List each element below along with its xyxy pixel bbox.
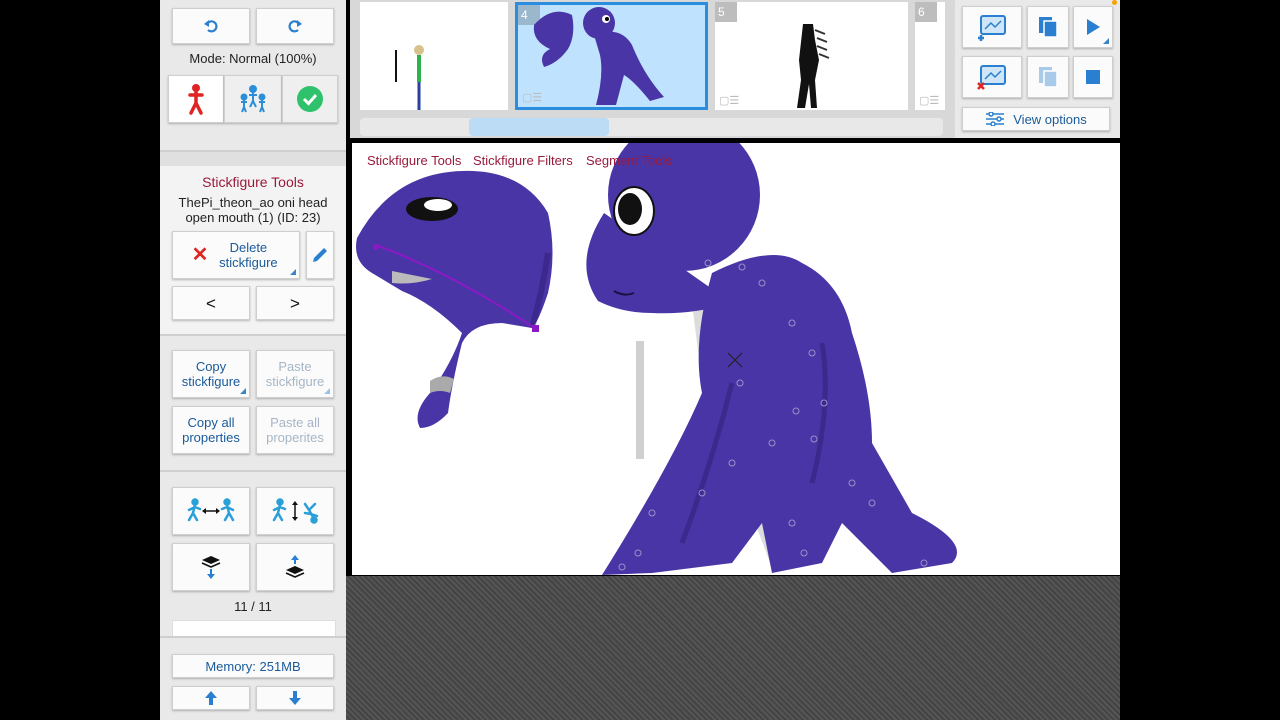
edit-button[interactable]	[306, 231, 334, 279]
previous-figure-button[interactable]: <	[172, 286, 250, 320]
frame-number: 6	[915, 2, 937, 22]
notification-dot	[1112, 0, 1117, 5]
copy-stickfigure-button[interactable]: Copy stickfigure	[172, 350, 250, 398]
panel-scroll-edge	[172, 620, 336, 637]
confirm-button[interactable]	[282, 75, 338, 123]
frame-timeline: 4 ▢☰ 5 ▢☰ 6 ▢☰	[350, 0, 955, 138]
group-mode-button[interactable]	[224, 75, 282, 123]
play-button[interactable]	[1073, 6, 1113, 48]
copy-all-properties-button[interactable]: Copy all properties	[172, 406, 250, 454]
flip-vertical-button[interactable]	[256, 487, 334, 535]
menu-segment-tools[interactable]: Segment Tools	[586, 153, 672, 168]
paste-all-label: Paste all properites	[266, 415, 324, 445]
menu-stickfigure-tools[interactable]: Stickfigure Tools	[367, 153, 461, 168]
frame-number: 5	[715, 2, 737, 22]
frame-options-icon: ▢☰	[919, 95, 940, 107]
layer-up-icon	[285, 555, 305, 578]
stop-button[interactable]	[1073, 56, 1113, 98]
undo-button[interactable]	[172, 8, 250, 44]
frame-thumbnail[interactable]: 6 ▢☰	[915, 2, 945, 110]
undo-icon	[204, 20, 218, 33]
redo-icon	[288, 20, 302, 33]
flip-horizontal-button[interactable]	[172, 487, 250, 535]
single-figure-mode-button[interactable]	[168, 75, 224, 123]
section-title: Stickfigure Tools	[202, 174, 304, 190]
frame-options-icon: ▢☰	[522, 92, 543, 104]
stickfigure-scene	[356, 143, 957, 575]
delete-x-icon: ✕	[191, 243, 209, 266]
copy-label: Copy stickfigure	[181, 359, 241, 389]
layer-counter: 11 / 11	[234, 599, 272, 614]
menu-stickfigure-filters[interactable]: Stickfigure Filters	[473, 153, 573, 168]
flip-vertical-icon	[272, 498, 319, 524]
delete-label: Delete stickfigure	[219, 240, 278, 270]
arrow-down-icon	[289, 691, 301, 705]
redo-button[interactable]	[256, 8, 334, 44]
copy-frame-button[interactable]	[1027, 6, 1069, 48]
scroll-down-button[interactable]	[256, 686, 334, 710]
arrow-up-icon	[205, 691, 217, 705]
red-stickfigure-icon	[188, 84, 204, 115]
checkmark-icon	[297, 86, 323, 112]
move-layer-down-button[interactable]	[172, 543, 250, 591]
right-toolbar: View options	[955, 0, 1120, 138]
play-icon	[1087, 19, 1100, 35]
pencil-icon	[313, 248, 327, 262]
frame-preview-figure	[395, 45, 424, 110]
frame-thumbnail-selected[interactable]: 4 ▢☰	[515, 2, 708, 110]
group-stickfigures-icon	[240, 85, 266, 113]
paste-all-properties-button[interactable]: Paste all properites	[256, 406, 334, 454]
copy-all-label: Copy all properties	[182, 415, 240, 445]
memory-indicator[interactable]: Memory: 251MB	[172, 654, 334, 678]
copy-frame-icon	[1039, 17, 1058, 38]
delete-stickfigure-button[interactable]: ✕ Delete stickfigure	[172, 231, 300, 279]
paste-stickfigure-button[interactable]: Paste stickfigure	[256, 350, 334, 398]
flip-horizontal-icon	[187, 498, 235, 522]
paste-frame-icon	[1039, 67, 1058, 88]
add-frame-icon	[978, 15, 1006, 41]
timeline-scrollbar[interactable]	[360, 118, 943, 136]
sliders-icon	[986, 112, 1005, 126]
scroll-up-button[interactable]	[172, 686, 250, 710]
figure-name: ThePi_theon_ao oni head open mouth (1) (…	[178, 195, 328, 225]
frame-thumbnail[interactable]: 5 ▢☰	[715, 2, 908, 110]
stop-icon	[1086, 70, 1100, 84]
add-frame-button[interactable]	[962, 6, 1022, 48]
timeline-scroll-thumb[interactable]	[469, 118, 609, 136]
mode-label: Mode: Normal (100%)	[189, 51, 317, 66]
layer-down-icon	[201, 556, 221, 579]
view-options-button[interactable]: View options	[962, 107, 1110, 131]
frame-options-icon: ▢☰	[719, 95, 740, 107]
view-options-label: View options	[1013, 111, 1087, 127]
paste-label: Paste stickfigure	[265, 359, 325, 389]
frame-preview-figure	[797, 24, 830, 108]
workspace-background	[346, 576, 1120, 720]
paste-frame-button[interactable]	[1027, 56, 1069, 98]
frame-preview-figures	[533, 7, 664, 106]
left-tool-panel: Mode: Normal (100%) Stickfigure Tools Th…	[160, 0, 346, 720]
next-figure-button[interactable]: >	[256, 286, 334, 320]
move-layer-up-button[interactable]	[256, 543, 334, 591]
frame-thumbnail[interactable]	[360, 2, 508, 110]
animation-canvas[interactable]: Stickfigure Tools Stickfigure Filters Se…	[352, 143, 1120, 575]
delete-frame-icon	[977, 65, 1006, 90]
delete-frame-button[interactable]	[962, 56, 1022, 98]
